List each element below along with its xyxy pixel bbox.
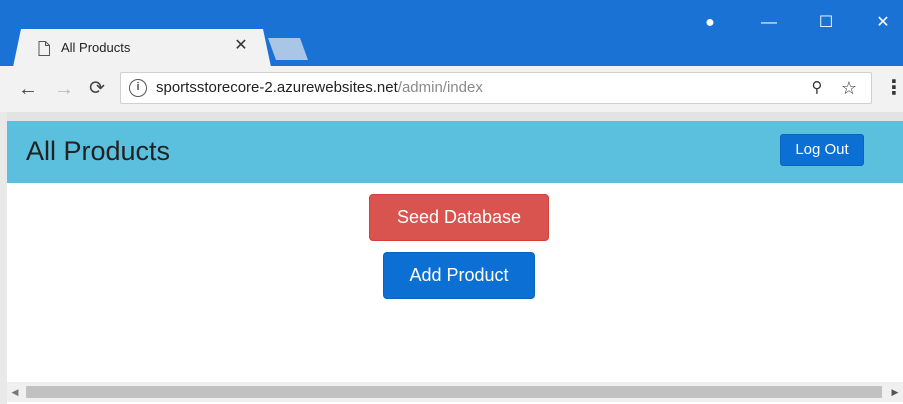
page-title: All Products	[26, 136, 171, 166]
back-icon[interactable]: ←	[15, 76, 41, 102]
url-text[interactable]: sportsstorecore-2.azurewebsites.net/admi…	[156, 78, 483, 98]
window-left-edge	[0, 112, 7, 404]
scroll-left-arrow-icon[interactable]: ◀	[8, 384, 22, 400]
logout-button[interactable]: Log Out	[780, 134, 864, 166]
key-icon[interactable]: ⚲	[810, 78, 824, 98]
reload-icon[interactable]: ⟳	[84, 76, 110, 102]
page-icon	[38, 41, 50, 56]
add-product-button[interactable]: Add Product	[383, 252, 535, 299]
forward-icon[interactable]: →	[51, 76, 77, 102]
close-window-icon[interactable]: ✕	[868, 10, 898, 36]
tab-title: All Products	[61, 40, 131, 55]
scroll-thumb[interactable]	[26, 386, 882, 398]
toolbar-divider	[0, 112, 903, 121]
url-path: /admin/index	[397, 79, 483, 96]
seed-database-button[interactable]: Seed Database	[369, 194, 549, 241]
menu-icon[interactable]: ⋮	[884, 76, 903, 100]
info-icon[interactable]: i	[129, 79, 147, 97]
account-icon[interactable]: ●	[696, 10, 724, 36]
minimize-icon[interactable]: —	[755, 10, 783, 36]
url-domain: sportsstorecore-2.azurewebsites.net	[156, 79, 398, 96]
maximize-icon[interactable]: ☐	[812, 10, 840, 36]
browser-window: All Products ✕ ● — ☐ ✕ ← → ⟳ i sportssto…	[0, 0, 903, 404]
bookmark-star-icon[interactable]: ☆	[838, 78, 860, 98]
scroll-right-arrow-icon[interactable]: ▶	[888, 384, 902, 400]
tab-close-icon[interactable]: ✕	[232, 37, 250, 55]
